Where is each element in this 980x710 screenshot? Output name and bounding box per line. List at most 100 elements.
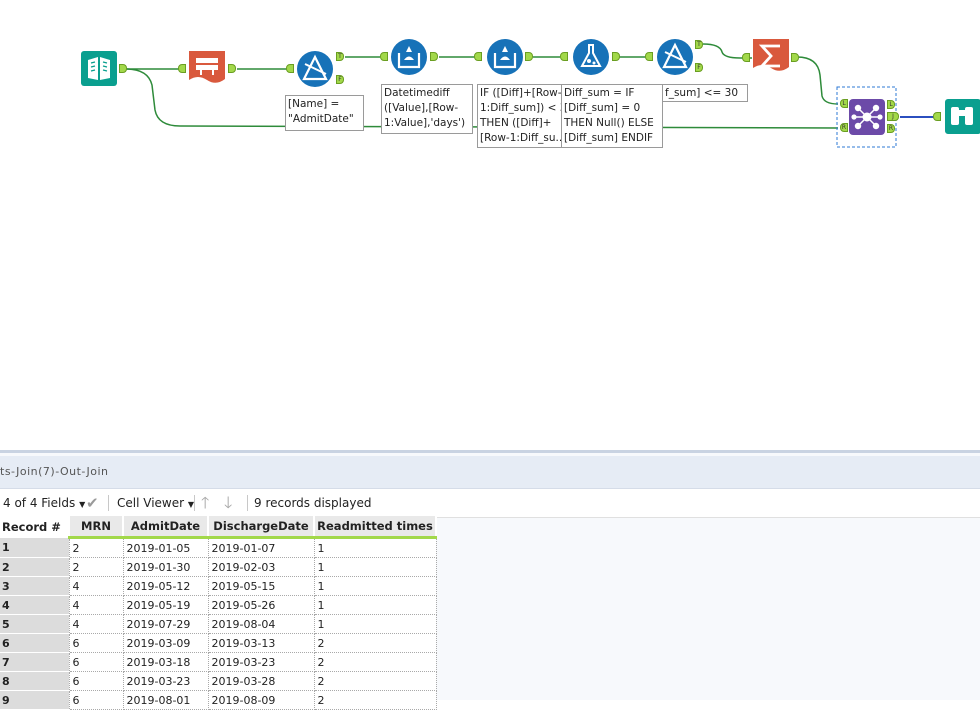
record-number-cell[interactable]: 1	[0, 537, 69, 558]
table-cell[interactable]: 6	[68, 690, 124, 710]
input-output-anchor[interactable]	[119, 64, 127, 73]
table-cell[interactable]: 2019-08-04	[207, 614, 315, 634]
join-tool[interactable]	[848, 98, 886, 136]
table-cell[interactable]: 2019-01-05	[122, 537, 209, 558]
join-j-output-anchor[interactable]: J	[887, 112, 899, 121]
table-cell[interactable]: 4	[68, 595, 124, 615]
table-cell[interactable]: 2	[313, 633, 437, 653]
filter2-false-anchor[interactable]: F	[695, 63, 703, 72]
table-cell[interactable]: 2019-08-01	[122, 690, 209, 710]
table-cell[interactable]: 2019-08-09	[207, 690, 315, 710]
column-header-admitdate[interactable]: AdmitDate	[123, 516, 209, 539]
crosstab-input-anchor[interactable]	[178, 64, 186, 73]
table-cell[interactable]: 2019-02-03	[207, 557, 315, 577]
workflow-canvas[interactable]: T F T F L R L J R [Name] = "AdmitDate" D…	[0, 0, 980, 450]
cell-viewer-selector[interactable]: Cell Viewer ▼	[117, 489, 194, 519]
table-cell[interactable]: 2019-01-30	[122, 557, 209, 577]
record-number-cell[interactable]: 6	[0, 633, 69, 653]
table-cell[interactable]: 2	[313, 690, 437, 710]
fields-selector[interactable]: 4 of 4 Fields ▼	[3, 489, 85, 519]
table-row[interactable]: 9 6 2019-08-01 2019-08-09 2	[0, 690, 437, 710]
join-right-anchor[interactable]: R	[840, 123, 848, 132]
checkmark-icon[interactable]: ✔	[86, 489, 99, 517]
table-cell[interactable]: 2019-03-18	[122, 652, 209, 672]
table-row[interactable]: 1 2 2019-01-05 2019-01-07 1	[0, 537, 437, 558]
table-cell[interactable]: 1	[313, 537, 437, 558]
record-number-cell[interactable]: 3	[0, 576, 69, 596]
column-header-dischargedate[interactable]: DischargeDate	[208, 516, 315, 539]
filter2-true-anchor[interactable]: T	[695, 40, 703, 49]
record-number-cell[interactable]: 4	[0, 595, 69, 615]
table-cell[interactable]: 2019-05-26	[207, 595, 315, 615]
filter1-input-anchor[interactable]	[286, 64, 294, 73]
filter2-input-anchor[interactable]	[645, 52, 653, 61]
join-left-anchor[interactable]: L	[840, 99, 848, 108]
filter1-false-anchor[interactable]: F	[336, 75, 344, 84]
table-cell[interactable]: 2	[68, 537, 124, 558]
summarize-input-anchor[interactable]	[742, 53, 750, 62]
record-number-cell[interactable]: 5	[0, 614, 69, 634]
table-cell[interactable]: 4	[68, 614, 124, 634]
table-cell[interactable]: 2019-05-19	[122, 595, 209, 615]
browse-tool[interactable]	[944, 98, 980, 134]
table-cell[interactable]: 1	[313, 614, 437, 634]
record-number-cell[interactable]: 2	[0, 557, 69, 577]
formula-tool[interactable]	[572, 38, 610, 76]
table-cell[interactable]: 2019-05-15	[207, 576, 315, 596]
table-cell[interactable]: 2	[68, 557, 124, 577]
arrow-up-icon[interactable]: 🡑	[201, 489, 209, 517]
formula1-output-anchor[interactable]	[430, 52, 438, 61]
input-data-tool[interactable]	[80, 50, 118, 87]
table-row[interactable]: 3 4 2019-05-12 2019-05-15 1	[0, 576, 437, 596]
table-cell[interactable]: 2019-03-13	[207, 633, 315, 653]
multirow1-output-anchor[interactable]	[525, 52, 533, 61]
summarize-tool[interactable]	[752, 38, 790, 76]
record-number-cell[interactable]: 7	[0, 652, 69, 672]
table-cell[interactable]: 2019-05-12	[122, 576, 209, 596]
multirow1-input-anchor[interactable]	[474, 52, 482, 61]
table-cell[interactable]: 2019-03-23	[122, 671, 209, 691]
formula2-output-anchor[interactable]	[612, 52, 620, 61]
table-cell[interactable]: 1	[313, 557, 437, 577]
table-cell[interactable]: 2019-01-07	[207, 537, 315, 558]
table-cell[interactable]: 6	[68, 652, 124, 672]
table-row[interactable]: 2 2 2019-01-30 2019-02-03 1	[0, 557, 437, 577]
column-header-mrn[interactable]: MRN	[69, 516, 124, 539]
record-number-cell[interactable]: 9	[0, 690, 69, 710]
filter-tool-2[interactable]	[656, 38, 694, 76]
table-row[interactable]: 6 6 2019-03-09 2019-03-13 2	[0, 633, 437, 653]
crosstab-output-anchor[interactable]	[228, 64, 236, 73]
table-cell[interactable]: 4	[68, 576, 124, 596]
chevron-down-icon: ▼	[79, 500, 86, 509]
table-cell[interactable]: 2019-03-09	[122, 633, 209, 653]
arrow-down-icon[interactable]: 🡓	[224, 489, 232, 517]
table-cell[interactable]: 2019-03-23	[207, 652, 315, 672]
join-r-output-anchor[interactable]: R	[887, 124, 895, 133]
formula2-input-anchor[interactable]	[560, 52, 568, 61]
formula1-input-anchor[interactable]	[380, 52, 388, 61]
multirow-formula-tool-2[interactable]	[486, 38, 524, 76]
transpose-tool[interactable]	[188, 50, 226, 87]
table-cell[interactable]: 2	[313, 671, 437, 691]
table-cell[interactable]: 6	[68, 671, 124, 691]
table-row[interactable]: 4 4 2019-05-19 2019-05-26 1	[0, 595, 437, 615]
summarize-output-anchor[interactable]	[791, 53, 799, 62]
table-cell[interactable]: 2019-03-28	[207, 671, 315, 691]
join-l-output-anchor[interactable]: L	[887, 100, 895, 109]
table-row[interactable]: 8 6 2019-03-23 2019-03-28 2	[0, 671, 437, 691]
table-row[interactable]: 7 6 2019-03-18 2019-03-23 2	[0, 652, 437, 672]
table-cell[interactable]: 2019-07-29	[122, 614, 209, 634]
table-cell[interactable]: 1	[313, 595, 437, 615]
filter1-true-anchor[interactable]: T	[336, 52, 344, 61]
filter-tool-1[interactable]	[296, 50, 334, 88]
column-header-record[interactable]: Record #	[0, 516, 70, 538]
table-row[interactable]: 5 4 2019-07-29 2019-08-04 1	[0, 614, 437, 634]
table-cell[interactable]: 2	[313, 652, 437, 672]
record-number-cell[interactable]: 8	[0, 671, 69, 691]
column-header-readmitted-times[interactable]: Readmitted times	[314, 516, 437, 539]
results-title-bar: ts-Join(7)-Out-Join	[0, 456, 980, 489]
multirow-formula-tool-1[interactable]	[390, 38, 428, 76]
table-cell[interactable]: 1	[313, 576, 437, 596]
table-cell[interactable]: 6	[68, 633, 124, 653]
browse-input-anchor[interactable]	[933, 112, 941, 121]
